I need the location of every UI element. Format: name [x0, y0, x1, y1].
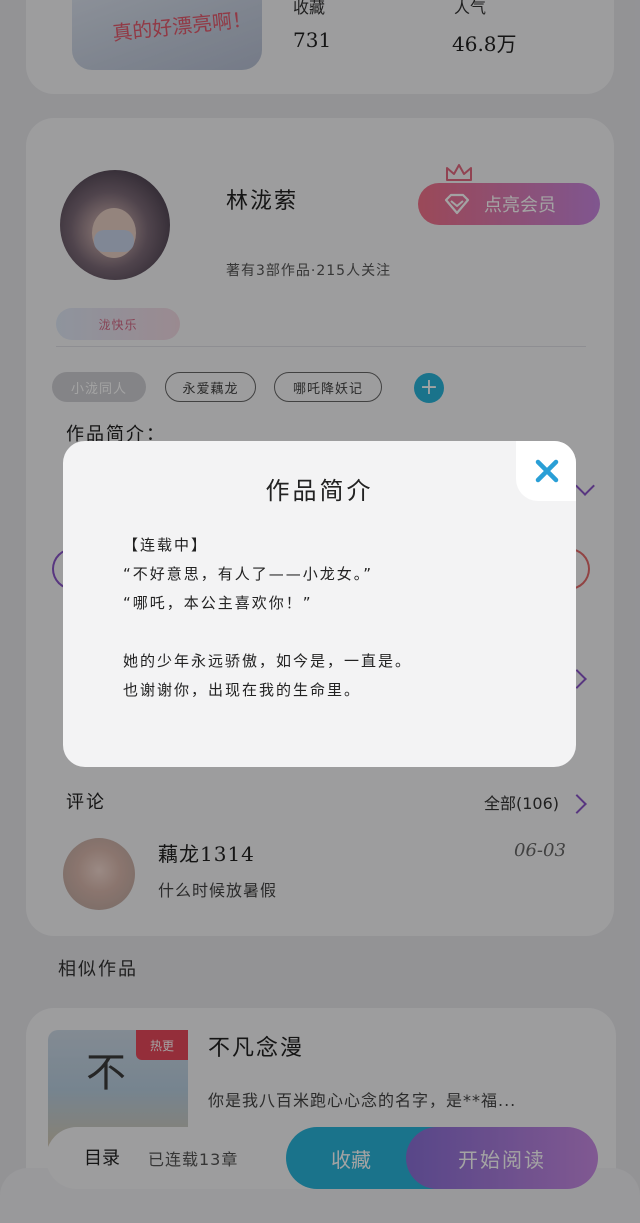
- intro-modal: 作品简介 【连载中】 “不好意思，有人了——小龙女。” “哪吒，本公主喜欢你！”…: [63, 441, 576, 767]
- modal-line: “不好意思，有人了——小龙女。”: [123, 565, 374, 583]
- modal-line: 【连载中】: [123, 536, 209, 554]
- modal-title: 作品简介: [265, 477, 374, 505]
- modal-line: 也谢谢你，出现在我的生命里。: [123, 681, 362, 699]
- modal-body: 【连载中】 “不好意思，有人了——小龙女。” “哪吒，本公主喜欢你！” 她的少年…: [123, 531, 543, 705]
- close-icon: [535, 459, 559, 483]
- modal-line: 她的少年永远骄傲，如今是，一直是。: [123, 652, 413, 670]
- close-button[interactable]: [516, 441, 576, 501]
- modal-line: “哪吒，本公主喜欢你！”: [123, 594, 313, 612]
- modal-line-gap: [123, 618, 543, 647]
